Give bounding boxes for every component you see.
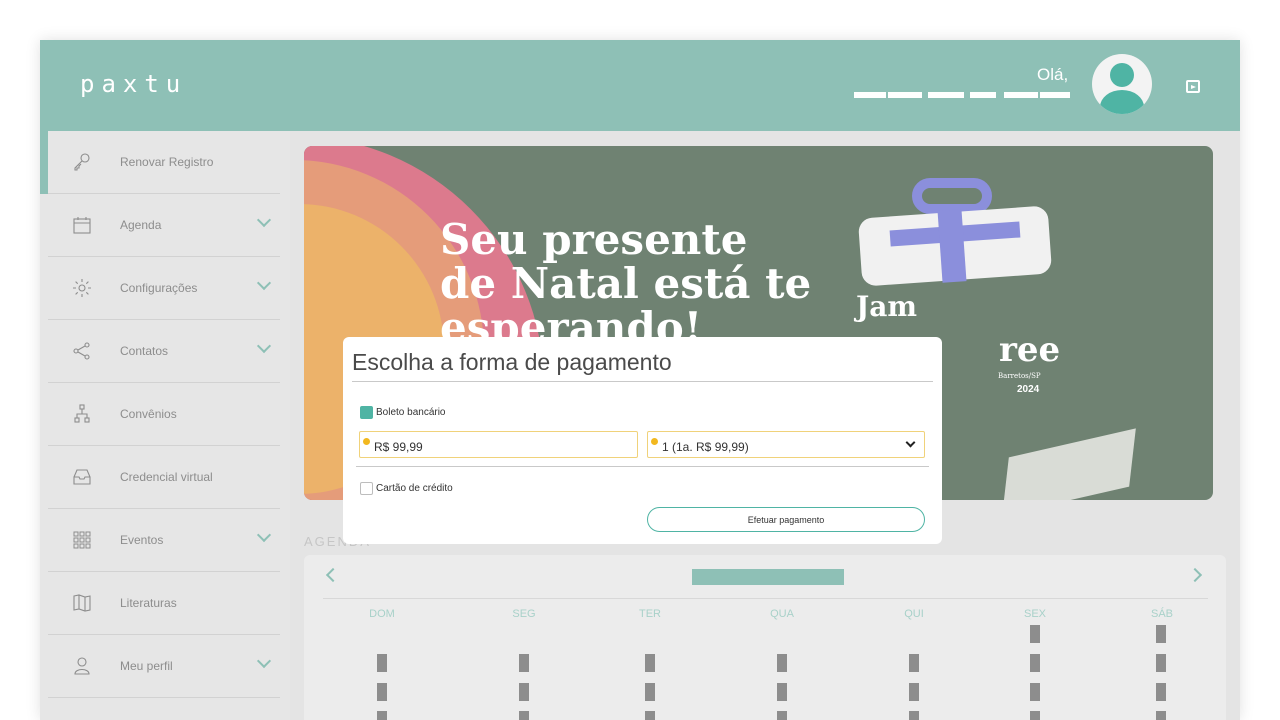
chevron-down-icon[interactable] <box>905 437 916 448</box>
inbox-icon <box>73 469 91 485</box>
user-name-redacted <box>854 92 1070 98</box>
sidebar-item-label: Contatos <box>120 344 169 358</box>
top-header: paxtu Olá, <box>40 40 1240 131</box>
sidebar-item-label: Eventos <box>120 533 164 547</box>
sidebar-item-label: Meu perfil <box>120 659 173 673</box>
gear-icon <box>73 279 91 297</box>
divider <box>352 381 933 382</box>
calendar-day-cell[interactable] <box>645 711 655 720</box>
calendar-day-cell[interactable] <box>777 711 787 720</box>
amount-field[interactable]: R$ 99,99 <box>359 431 638 458</box>
user-avatar-icon[interactable] <box>1092 54 1152 114</box>
weekday-header: SÁB <box>1150 608 1174 620</box>
calendar-day-cell[interactable] <box>1030 625 1040 643</box>
boleto-label[interactable]: Boleto bancário <box>376 407 446 418</box>
credit-card-checkbox[interactable] <box>360 482 373 495</box>
calendar-day-cell[interactable] <box>777 683 787 701</box>
chevron-left-icon[interactable] <box>325 567 341 583</box>
chevron-down-icon[interactable] <box>256 275 272 291</box>
weekday-header: QUI <box>904 608 924 620</box>
weekday-header: SEG <box>512 608 536 620</box>
sidebar-item-label: Configurações <box>120 281 198 295</box>
calendar-day-cell[interactable] <box>377 711 387 720</box>
chevron-down-icon[interactable] <box>256 527 272 543</box>
sidebar-item-label: Credencial virtual <box>120 470 213 484</box>
chevron-down-icon[interactable] <box>256 338 272 354</box>
jamboree-location: Barretos/SP <box>998 372 1041 380</box>
calendar: DOM SEG TER QUA QUI SEX SÁB <box>304 555 1226 720</box>
calendar-day-cell[interactable] <box>1156 654 1166 672</box>
sidebar-item-label: Literaturas <box>120 596 177 610</box>
chevron-right-icon[interactable] <box>1187 567 1203 583</box>
sidebar: Renovar Registro Agenda Configurações Co… <box>40 131 290 720</box>
jamboree-year: 2024 <box>1017 384 1040 395</box>
logout-icon[interactable] <box>1186 80 1200 93</box>
calendar-day-cell[interactable] <box>519 683 529 701</box>
sidebar-item-credencial-virtual[interactable]: Credencial virtual <box>48 446 280 509</box>
sidebar-item-label: Agenda <box>120 218 162 232</box>
logo[interactable]: paxtu <box>80 70 187 98</box>
chevron-down-icon[interactable] <box>256 212 272 228</box>
calendar-day-cell[interactable] <box>519 711 529 720</box>
sidebar-item-agenda[interactable]: Agenda <box>48 194 280 257</box>
pay-button[interactable]: Efetuar pagamento <box>647 507 925 532</box>
payment-modal: Escolha a forma de pagamento Boleto banc… <box>343 337 942 544</box>
sidebar-item-configuracoes[interactable]: Configurações <box>48 257 280 320</box>
greeting-text: Olá, <box>1037 65 1069 84</box>
calendar-day-cell[interactable] <box>1156 683 1166 701</box>
boleto-checkbox[interactable] <box>360 406 373 419</box>
calendar-icon <box>73 217 91 234</box>
calendar-day-cell[interactable] <box>519 654 529 672</box>
key-icon <box>74 153 90 171</box>
calendar-day-cell[interactable] <box>909 711 919 720</box>
weekday-header: TER <box>639 608 661 620</box>
amount-value: R$ 99,99 <box>374 440 423 454</box>
sidebar-item-renovar-registro[interactable]: Renovar Registro <box>40 131 280 194</box>
modal-title: Escolha a forma de pagamento <box>352 349 672 375</box>
calendar-day-cell[interactable] <box>645 654 655 672</box>
banner-title: Seu presente de Natal está te esperando! <box>440 215 812 352</box>
calendar-day-cell[interactable] <box>645 683 655 701</box>
sidebar-item-meu-perfil[interactable]: Meu perfil <box>48 635 280 698</box>
sidebar-item-label: Renovar Registro <box>120 155 214 169</box>
sidebar-item-eventos[interactable]: Eventos <box>48 509 280 572</box>
org-chart-icon <box>74 404 90 423</box>
calendar-day-cell[interactable] <box>1030 711 1040 720</box>
calendar-day-cell[interactable] <box>377 683 387 701</box>
calendar-day-cell[interactable] <box>1030 683 1040 701</box>
jamboree-logo-top: Jam <box>856 290 918 323</box>
calendar-day-cell[interactable] <box>1156 711 1166 720</box>
book-icon <box>73 594 91 612</box>
grid-icon <box>73 531 91 549</box>
share-icon <box>73 342 90 360</box>
sidebar-item-convenios[interactable]: Convênios <box>48 383 280 446</box>
jamboree-logo-bottom: ree <box>999 330 1061 370</box>
installments-value: 1 (1a. R$ 99,99) <box>662 440 749 454</box>
installments-select[interactable]: 1 (1a. R$ 99,99) <box>647 431 925 458</box>
user-icon <box>74 657 90 675</box>
calendar-month-redacted <box>692 569 844 585</box>
divider <box>323 598 1208 599</box>
calendar-day-cell[interactable] <box>909 683 919 701</box>
calendar-day-cell[interactable] <box>777 654 787 672</box>
calendar-day-cell[interactable] <box>1030 654 1040 672</box>
calendar-day-cell[interactable] <box>1156 625 1166 643</box>
weekday-header: SEX <box>1023 608 1047 620</box>
envelope-icon <box>1002 428 1136 500</box>
calendar-day-cell[interactable] <box>909 654 919 672</box>
divider <box>356 466 929 467</box>
coin-icon <box>651 438 658 445</box>
sidebar-item-label: Convênios <box>120 407 177 421</box>
chevron-down-icon[interactable] <box>256 653 272 669</box>
sidebar-item-contatos[interactable]: Contatos <box>48 320 280 383</box>
weekday-header: DOM <box>369 608 395 620</box>
coin-icon <box>363 438 370 445</box>
calendar-day-cell[interactable] <box>377 654 387 672</box>
weekday-header: QUA <box>770 608 794 620</box>
credit-card-label[interactable]: Cartão de crédito <box>376 483 453 494</box>
gift-box-icon <box>857 178 1053 287</box>
sidebar-item-literaturas[interactable]: Literaturas <box>48 572 280 635</box>
